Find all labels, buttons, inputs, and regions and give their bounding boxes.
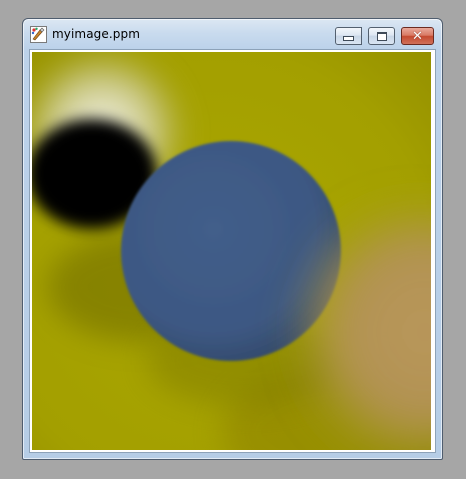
window-title: myimage.ppm bbox=[52, 27, 141, 41]
rendered-image bbox=[32, 52, 431, 450]
minimize-icon bbox=[343, 36, 354, 41]
image-viewer-window: myimage.ppm ✕ bbox=[22, 18, 443, 460]
image-frame bbox=[29, 49, 436, 453]
raytraced-scene bbox=[32, 52, 431, 450]
title-bar[interactable]: myimage.ppm ✕ bbox=[23, 19, 442, 49]
close-button[interactable]: ✕ bbox=[401, 27, 434, 45]
minimize-button[interactable] bbox=[335, 27, 362, 45]
paint-icon bbox=[30, 26, 47, 43]
maximize-icon bbox=[376, 31, 387, 41]
close-icon: ✕ bbox=[412, 28, 423, 44]
maximize-button[interactable] bbox=[368, 27, 395, 45]
caption-buttons: ✕ bbox=[335, 27, 434, 45]
